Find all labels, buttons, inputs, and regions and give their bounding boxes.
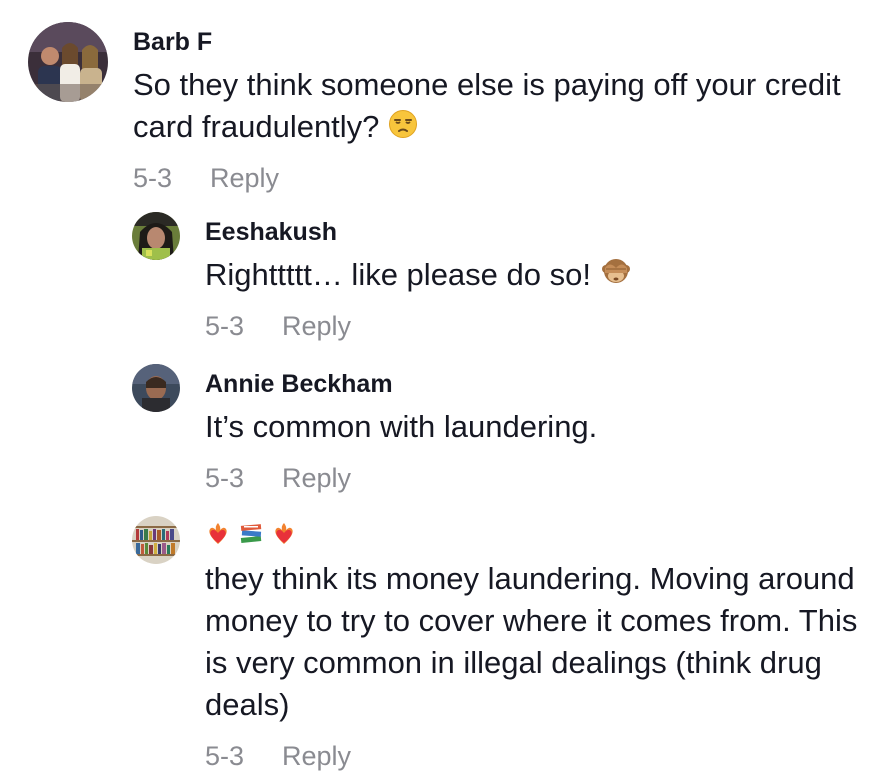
comment-text-body: Righttttt… like please do so! (205, 257, 591, 292)
avatar[interactable] (28, 22, 108, 102)
comment-meta: 5-3 Reply (205, 741, 351, 772)
reply-button[interactable]: Reply (210, 163, 279, 193)
comment-date: 5-3 (205, 463, 245, 493)
reply-button[interactable]: Reply (282, 463, 351, 493)
comment-meta: 5-3 Reply (205, 463, 351, 494)
comment-date: 5-3 (205, 741, 245, 771)
comment-text: It’s common with laundering. (205, 406, 875, 448)
reply-button[interactable]: Reply (282, 311, 351, 341)
books-icon (238, 520, 264, 553)
comment-meta: 5-3 Reply (133, 163, 279, 194)
comment-date: 5-3 (205, 311, 245, 341)
comment-meta: 5-3 Reply (205, 311, 351, 342)
comment-text: Righttttt… like please do so! (205, 254, 875, 298)
comment-text: they think its money laundering. Moving … (205, 558, 875, 726)
avatar[interactable] (132, 212, 180, 260)
comment-text-body: they think its money laundering. Moving … (205, 561, 858, 722)
comment-author[interactable]: Eeshakush (205, 218, 337, 247)
reply-button[interactable]: Reply (282, 741, 351, 771)
comment-author-emojis[interactable] (205, 520, 297, 553)
comment-author[interactable]: Barb F (133, 28, 212, 57)
heart-on-fire-icon (205, 520, 231, 553)
unamused-face-icon (388, 108, 418, 150)
heart-on-fire-icon (271, 520, 297, 553)
comment-text: So they think someone else is paying off… (133, 64, 853, 150)
comment-text-body: It’s common with laundering. (205, 409, 598, 444)
comment-text-body: So they think someone else is paying off… (133, 67, 841, 144)
see-no-evil-monkey-icon (600, 255, 632, 298)
avatar[interactable] (132, 364, 180, 412)
comment-date: 5-3 (133, 163, 173, 193)
comment-author[interactable]: Annie Beckham (205, 370, 393, 399)
avatar[interactable] (132, 516, 180, 564)
